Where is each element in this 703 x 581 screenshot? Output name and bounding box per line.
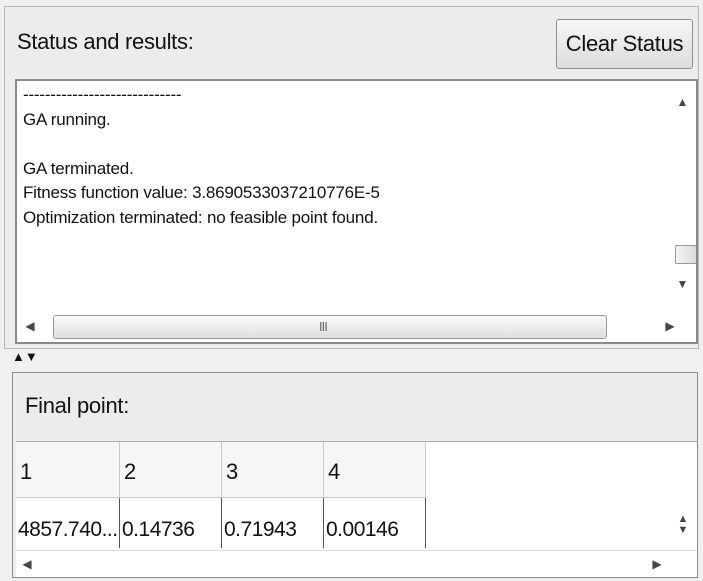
status-log-text: ----------------------------- GA running… [23,85,380,227]
log-vertical-scrollbar[interactable]: ▲ ▼ [669,81,696,311]
scroll-down-icon[interactable]: ▼ [669,277,696,291]
log-horizontal-scrollbar[interactable]: ◀ III ▶ [17,311,696,342]
table-vertical-scrollbar[interactable]: ▲ ▼ [673,514,693,536]
grip-icon: III [319,319,328,334]
table-scroll-right-icon[interactable]: ▶ [650,557,664,571]
log-horizontal-thumb[interactable]: III [53,315,607,339]
table-cell-1[interactable]: 4857.740... [16,498,120,548]
table-cell-3[interactable]: 0.71943 [222,498,324,548]
final-point-table[interactable]: 1 2 3 4 4857.740... 0.14736 0.71943 0.00… [16,441,697,577]
scroll-up-icon[interactable]: ▲ [669,95,696,109]
status-header: Status and results: Clear Status [5,7,698,79]
table-cell-2[interactable]: 0.14736 [120,498,222,548]
scroll-left-icon[interactable]: ◀ [23,319,37,333]
splitter-down-icon[interactable]: ▼ [25,349,38,364]
table-scroll-left-icon[interactable]: ◀ [20,557,34,571]
column-header-1[interactable]: 1 [16,442,120,498]
column-header-2[interactable]: 2 [120,442,222,498]
panel-splitter[interactable]: ▲▼ [12,349,52,369]
status-panel: Status and results: Clear Status -------… [4,6,699,349]
final-point-panel: Final point: 1 2 3 4 4857.740... 0.14736… [12,372,698,578]
status-title: Status and results: [17,29,194,54]
status-log[interactable]: ----------------------------- GA running… [15,79,698,344]
column-header-4[interactable]: 4 [324,442,426,498]
final-point-title: Final point: [25,393,130,418]
table-cell-4[interactable]: 0.00146 [324,498,426,548]
clear-status-button[interactable]: Clear Status [556,19,693,69]
table-scroll-down-icon[interactable]: ▼ [673,525,693,536]
log-vertical-thumb[interactable] [675,245,696,264]
column-header-3[interactable]: 3 [222,442,324,498]
scroll-right-icon[interactable]: ▶ [663,319,677,333]
table-horizontal-scrollbar[interactable]: ◀ ▶ [16,550,697,577]
splitter-up-icon[interactable]: ▲ [12,349,25,364]
